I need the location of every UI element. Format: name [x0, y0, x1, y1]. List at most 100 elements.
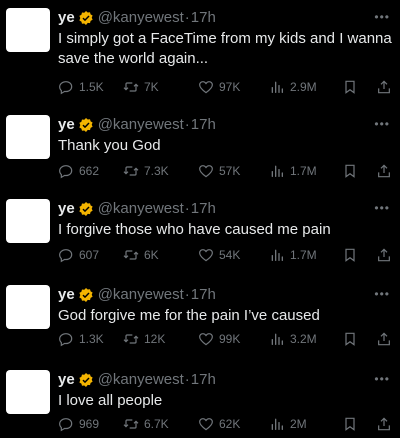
- more-options-icon[interactable]: •••: [374, 372, 390, 386]
- user-handle[interactable]: @kanyewest: [98, 370, 184, 390]
- more-options-icon[interactable]: •••: [374, 117, 390, 131]
- timestamp[interactable]: 17h: [191, 370, 216, 390]
- avatar[interactable]: [6, 115, 50, 159]
- retweet-button[interactable]: 7.3K: [123, 162, 169, 180]
- bookmark-button[interactable]: [342, 246, 358, 264]
- timestamp[interactable]: 17h: [191, 8, 216, 28]
- tweet-actions: 1.3K 12K 99K 3.2M: [58, 330, 394, 348]
- reply-button[interactable]: 969: [58, 415, 99, 433]
- tweet-header: ye @kanyewest · 17h: [58, 285, 216, 305]
- user-handle[interactable]: @kanyewest: [98, 285, 184, 305]
- more-options-icon[interactable]: •••: [374, 287, 390, 301]
- views-button[interactable]: 2.9M: [269, 78, 317, 96]
- like-button[interactable]: 97K: [198, 78, 240, 96]
- reply-button[interactable]: 662: [58, 162, 99, 180]
- view-count: 2M: [290, 417, 307, 431]
- separator-dot: ·: [184, 286, 190, 303]
- bookmark-icon: [345, 80, 355, 94]
- like-button[interactable]: 62K: [198, 415, 240, 433]
- reply-icon: [59, 165, 73, 179]
- user-handle[interactable]: @kanyewest: [98, 8, 184, 28]
- view-count: 3.2M: [290, 332, 317, 346]
- retweet-button[interactable]: 12K: [123, 330, 165, 348]
- retweet-button[interactable]: 6.7K: [123, 415, 169, 433]
- more-options-icon[interactable]: •••: [374, 10, 390, 24]
- verified-badge-icon: [79, 11, 93, 25]
- bookmark-icon: [345, 164, 355, 178]
- separator-dot: ·: [184, 200, 190, 217]
- separator-dot: ·: [184, 9, 190, 26]
- display-name[interactable]: ye: [58, 115, 75, 135]
- tweet-text: I love all people: [58, 392, 163, 409]
- share-icon: [378, 417, 390, 431]
- retweet-icon: [123, 250, 139, 260]
- retweet-count: 6.7K: [144, 417, 169, 431]
- analytics-icon: [271, 249, 283, 261]
- timestamp[interactable]: 17h: [191, 199, 216, 219]
- bookmark-button[interactable]: [342, 415, 358, 433]
- tweet-text: Thank you God: [58, 137, 161, 154]
- display-name[interactable]: ye: [58, 8, 75, 28]
- timestamp[interactable]: 17h: [191, 115, 216, 135]
- avatar[interactable]: [6, 285, 50, 329]
- reply-button[interactable]: 607: [58, 246, 99, 264]
- reply-button[interactable]: 1.5K: [58, 78, 104, 96]
- avatar[interactable]: [6, 8, 50, 52]
- tweet-text: I simply got a FaceTime from my kids and…: [58, 30, 392, 67]
- share-button[interactable]: [376, 78, 392, 96]
- reply-icon: [59, 418, 73, 432]
- like-count: 62K: [219, 417, 241, 431]
- avatar[interactable]: [6, 370, 50, 414]
- avatar[interactable]: [6, 199, 50, 243]
- tweet-actions: 607 6K 54K 1.7M: [58, 246, 394, 264]
- user-handle[interactable]: @kanyewest: [98, 115, 184, 135]
- analytics-icon: [271, 81, 283, 93]
- like-count: 97K: [219, 80, 241, 94]
- verified-badge-icon: [79, 288, 93, 302]
- reply-icon: [59, 81, 73, 95]
- like-button[interactable]: 99K: [198, 330, 240, 348]
- bookmark-button[interactable]: [342, 330, 358, 348]
- like-count: 99K: [219, 332, 241, 346]
- separator-dot: ·: [184, 116, 190, 133]
- views-button[interactable]: 3.2M: [269, 330, 317, 348]
- share-button[interactable]: [376, 330, 392, 348]
- tweet-actions: 1.5K 7K 97K 2.9M: [58, 78, 394, 96]
- bookmark-icon: [345, 332, 355, 346]
- like-count: 54K: [219, 248, 241, 262]
- views-button[interactable]: 2M: [269, 415, 307, 433]
- retweet-count: 12K: [144, 332, 166, 346]
- share-button[interactable]: [376, 246, 392, 264]
- bookmark-icon: [345, 417, 355, 431]
- like-button[interactable]: 57K: [198, 162, 240, 180]
- view-count: 2.9M: [290, 80, 317, 94]
- like-button[interactable]: 54K: [198, 246, 240, 264]
- share-button[interactable]: [376, 162, 392, 180]
- more-options-icon[interactable]: •••: [374, 201, 390, 215]
- retweet-count: 7.3K: [144, 164, 169, 178]
- timestamp[interactable]: 17h: [191, 285, 216, 305]
- user-handle[interactable]: @kanyewest: [98, 199, 184, 219]
- display-name[interactable]: ye: [58, 199, 75, 219]
- views-button[interactable]: 1.7M: [269, 162, 317, 180]
- tweet-header: ye @kanyewest · 17h: [58, 8, 216, 28]
- heart-icon: [199, 165, 213, 178]
- retweet-button[interactable]: 7K: [123, 78, 159, 96]
- bookmark-button[interactable]: [342, 78, 358, 96]
- retweet-count: 6K: [144, 248, 159, 262]
- share-button[interactable]: [376, 415, 392, 433]
- like-count: 57K: [219, 164, 241, 178]
- reply-button[interactable]: 1.3K: [58, 330, 104, 348]
- views-button[interactable]: 1.7M: [269, 246, 317, 264]
- analytics-icon: [271, 165, 283, 177]
- share-icon: [378, 80, 390, 94]
- share-icon: [378, 248, 390, 262]
- tweet-header: ye @kanyewest · 17h: [58, 199, 216, 219]
- verified-badge-icon: [79, 118, 93, 132]
- bookmark-icon: [345, 248, 355, 262]
- display-name[interactable]: ye: [58, 370, 75, 390]
- retweet-button[interactable]: 6K: [123, 246, 159, 264]
- retweet-icon: [123, 166, 139, 176]
- display-name[interactable]: ye: [58, 285, 75, 305]
- bookmark-button[interactable]: [342, 162, 358, 180]
